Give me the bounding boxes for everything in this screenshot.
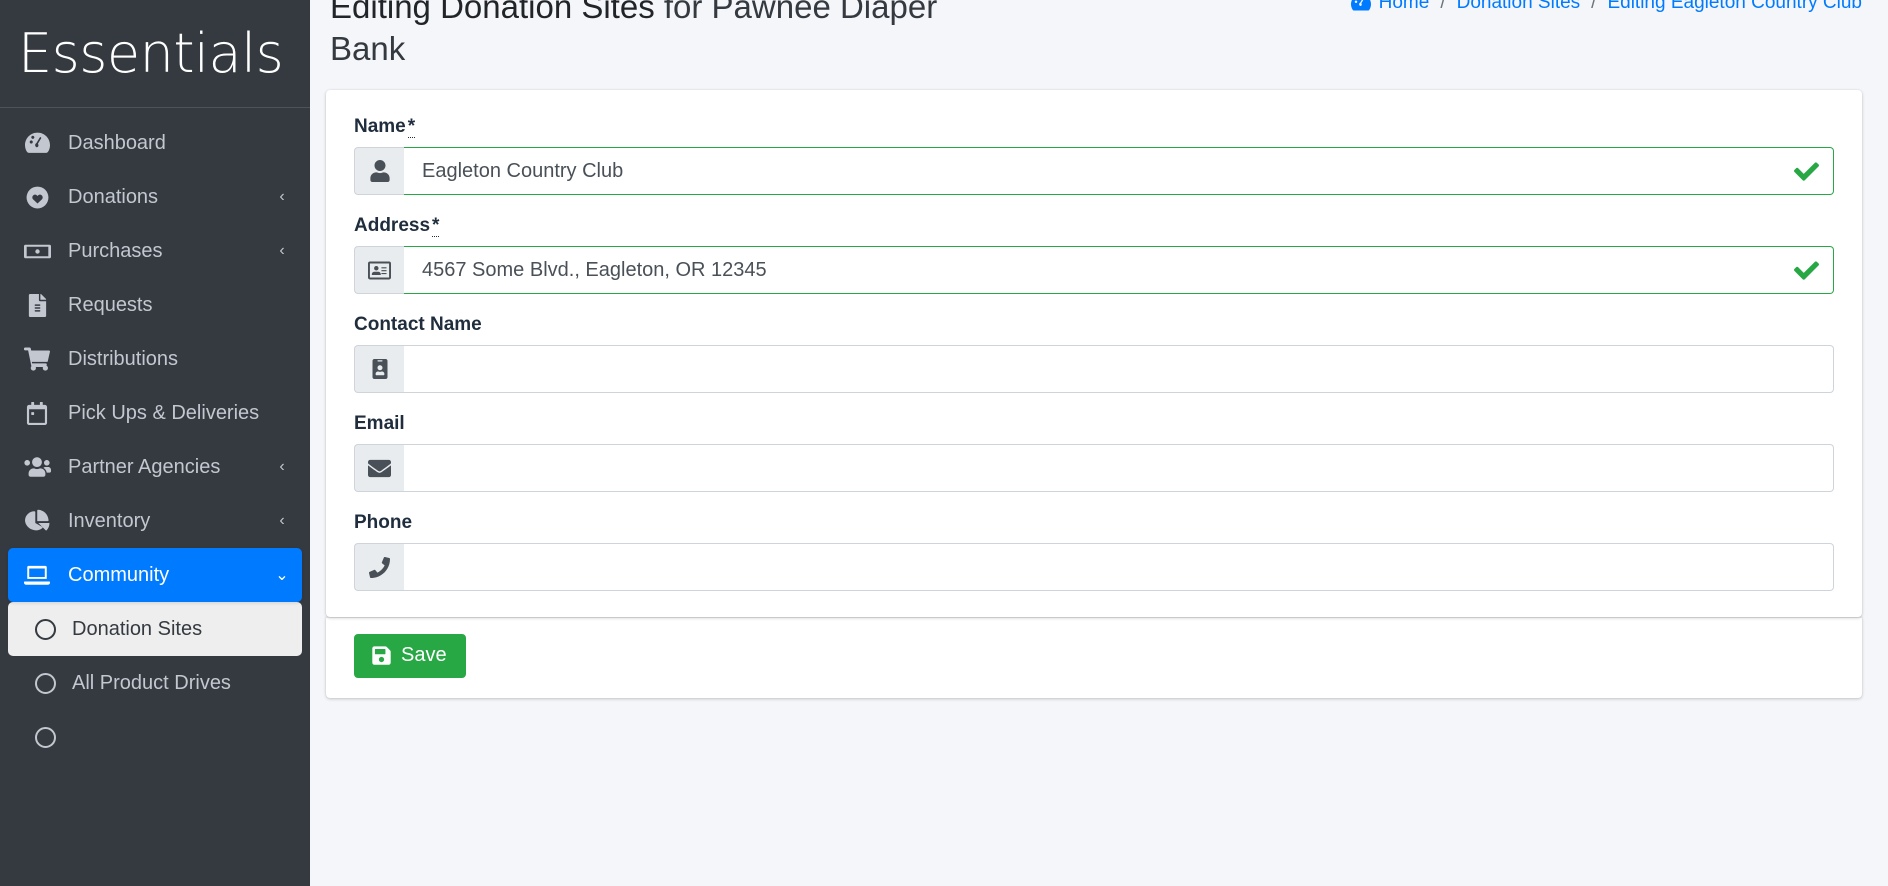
form-group-name: Name * (354, 116, 1834, 195)
gauge-icon (20, 131, 54, 156)
form-group-contact-name: Contact Name (354, 314, 1834, 393)
name-input[interactable] (404, 147, 1834, 195)
sidebar-item-dashboard[interactable]: Dashboard (8, 116, 302, 170)
address-input-group (354, 246, 1834, 294)
name-label: Name * (354, 116, 1834, 138)
phone-icon (354, 543, 404, 591)
edit-donation-site-card: Name* Address* (326, 90, 1862, 617)
circle-icon (30, 618, 60, 640)
phone-label: Phone (354, 512, 413, 533)
chevron-left-icon: ‹ (279, 242, 285, 259)
circle-icon (30, 672, 60, 694)
breadcrumb: Home / Donation Sites / Editing Eagleton… (1350, 0, 1862, 14)
users-icon (20, 453, 54, 481)
contact-name-input[interactable] (404, 345, 1834, 393)
email-label: Email (354, 413, 405, 434)
app-root: Essentials Dashboard Donations ‹ Purchas… (0, 0, 1888, 886)
form-group-phone: Phone (354, 512, 1834, 591)
sidebar-item-partial-cutoff[interactable] (8, 710, 302, 764)
address-label-text: Address (354, 215, 431, 236)
shopping-cart-icon (20, 346, 54, 372)
chart-pie-icon (20, 509, 54, 534)
sidebar-item-community[interactable]: Community ⌄ (8, 548, 302, 602)
required-marker: * (407, 116, 416, 138)
form-group-address: Address * (354, 215, 1834, 294)
form-group-email: Email (354, 413, 1834, 492)
breadcrumb-label: Home (1378, 0, 1430, 13)
heart-icon (20, 185, 54, 210)
contact-name-input-group (354, 345, 1834, 393)
email-input-group (354, 444, 1834, 492)
circle-icon (30, 726, 60, 748)
chevron-left-icon: ‹ (279, 458, 285, 475)
email-input[interactable] (404, 444, 1834, 492)
breadcrumb-link-donation-sites[interactable]: Donation Sites (1457, 0, 1581, 14)
sidebar-item-pickups-deliveries[interactable]: Pick Ups & Deliveries (8, 386, 302, 440)
gauge-icon (1350, 0, 1371, 13)
envelope-icon (354, 444, 404, 492)
laptop-icon (20, 562, 54, 588)
sidebar-item-label: Dashboard (68, 131, 166, 154)
save-button[interactable]: Save (354, 634, 466, 678)
money-bill-icon (20, 238, 54, 265)
chevron-left-icon: ‹ (279, 188, 285, 205)
card-footer: Save (326, 617, 1862, 698)
sidebar-item-purchases[interactable]: Purchases ‹ (8, 224, 302, 278)
breadcrumb-label: Donation Sites (1456, 0, 1581, 13)
sidebar-item-label: Purchases (68, 239, 163, 262)
phone-input[interactable] (404, 543, 1834, 591)
name-label-text: Name (354, 116, 406, 137)
sidebar-item-partner-agencies[interactable]: Partner Agencies ‹ (8, 440, 302, 494)
main-content: Editing Donation Sites for Pawnee Diaper… (310, 0, 1888, 886)
sidebar-item-donations[interactable]: Donations ‹ (8, 170, 302, 224)
sidebar-item-label: Community (68, 563, 170, 586)
sidebar-subnav-community: Donation Sites All Product Drives (0, 602, 310, 764)
brand-logo[interactable]: Essentials (0, 0, 310, 108)
breadcrumb-label: Editing Eagleton Country Club (1607, 0, 1862, 13)
page-title-strong: Editing Donation Sites (330, 0, 655, 25)
sidebar-item-label: Inventory (68, 509, 151, 532)
chevron-down-icon: ⌄ (275, 567, 289, 584)
sidebar-item-distributions[interactable]: Distributions (8, 332, 302, 386)
sidebar-item-all-product-drives[interactable]: All Product Drives (8, 656, 302, 710)
sidebar-subitem-label: All Product Drives (72, 671, 231, 694)
save-button-label: Save (401, 644, 447, 666)
sidebar-subitem-label: Donation Sites (72, 617, 203, 640)
sidebar-item-donation-sites[interactable]: Donation Sites (8, 602, 302, 656)
sidebar-nav: Dashboard Donations ‹ Purchases ‹ Reques… (0, 108, 310, 602)
breadcrumb-separator: / (1591, 0, 1597, 13)
user-icon (354, 147, 404, 195)
id-badge-icon (354, 345, 404, 393)
save-icon (371, 645, 392, 666)
sidebar-item-label: Requests (68, 293, 153, 316)
breadcrumb-link-current[interactable]: Editing Eagleton Country Club (1607, 0, 1862, 14)
breadcrumb-separator: / (1440, 0, 1446, 13)
phone-input-group (354, 543, 1834, 591)
name-input-group (354, 147, 1834, 195)
content-header: Editing Donation Sites for Pawnee Diaper… (310, 0, 1888, 90)
address-card-icon (354, 246, 404, 294)
sidebar-item-label: Pick Ups & Deliveries (68, 401, 260, 424)
sidebar-item-label: Donations (68, 185, 159, 208)
brand-text: Essentials (18, 21, 284, 85)
address-input[interactable] (404, 246, 1834, 294)
sidebar-item-label: Partner Agencies (68, 455, 221, 478)
contact-name-label: Contact Name (354, 314, 482, 335)
required-marker: * (432, 215, 440, 237)
address-label: Address * (354, 215, 1834, 237)
sidebar-item-label: Distributions (68, 347, 179, 370)
sidebar-item-inventory[interactable]: Inventory ‹ (8, 494, 302, 548)
file-lines-icon (20, 293, 54, 317)
page-title: Editing Donation Sites for Pawnee Diaper… (330, 0, 1010, 70)
sidebar: Essentials Dashboard Donations ‹ Purchas… (0, 0, 310, 886)
chevron-left-icon: ‹ (279, 512, 285, 529)
calendar-icon (26, 401, 48, 425)
sidebar-item-requests[interactable]: Requests (8, 278, 302, 332)
breadcrumb-link-home[interactable]: Home (1350, 0, 1430, 14)
